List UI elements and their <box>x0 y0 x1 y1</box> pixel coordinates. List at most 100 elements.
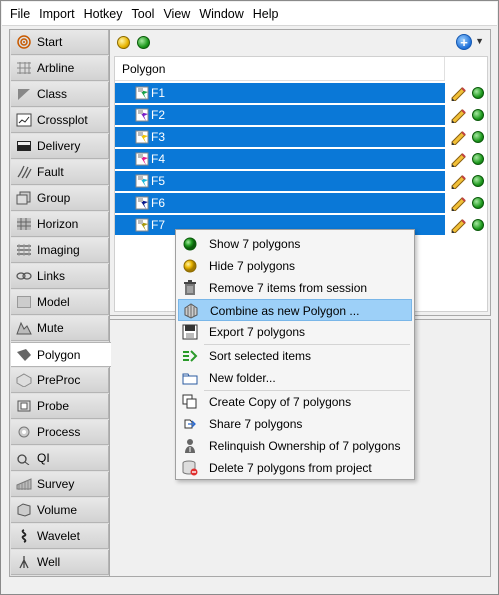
add-icon[interactable]: + <box>456 34 472 50</box>
links-icon <box>16 268 32 284</box>
list-toolbar: + ▼ <box>110 30 490 56</box>
context-menu-item[interactable]: Hide 7 polygons <box>178 255 412 277</box>
imaging-icon <box>16 242 32 258</box>
sidebar-item-polygon[interactable]: Polygon <box>11 342 111 367</box>
row-actions <box>449 105 489 125</box>
menu-file[interactable]: File <box>10 7 30 21</box>
context-menu: Show 7 polygons Hide 7 polygons Remove 7 i… <box>175 229 415 480</box>
menu-window[interactable]: Window <box>199 7 243 21</box>
hide-all-icon[interactable] <box>117 36 130 49</box>
sidebar-item-class[interactable]: Class <box>11 82 109 107</box>
polygon-name: F4 <box>151 152 166 166</box>
table-row[interactable]: F2 <box>115 105 445 125</box>
column-header-polygon[interactable]: Polygon <box>115 57 445 81</box>
sidebar-item-delivery[interactable]: Delivery <box>11 134 109 159</box>
context-menu-item[interactable]: Remove 7 items from session <box>178 277 412 299</box>
sidebar-item-fault[interactable]: Fault <box>11 160 109 185</box>
context-menu-item[interactable]: Show 7 polygons <box>178 233 412 255</box>
qi-icon <box>16 450 32 466</box>
sidebar-item-label: Volume <box>37 503 78 517</box>
sidebar-item-wavelet[interactable]: Wavelet <box>11 524 109 549</box>
visibility-toggle[interactable] <box>472 219 484 231</box>
sidebar-item-group[interactable]: Group <box>11 186 109 211</box>
visibility-toggle[interactable] <box>472 87 484 99</box>
context-menu-item[interactable]: Share 7 polygons <box>178 413 412 435</box>
sidebar-item-probe[interactable]: Probe <box>11 394 109 419</box>
context-menu-item-label: Relinquish Ownership of 7 polygons <box>209 439 401 453</box>
sidebar-item-process[interactable]: Process <box>11 420 109 445</box>
sidebar-item-start[interactable]: Start <box>11 30 109 55</box>
polygon-name: F6 <box>151 196 166 210</box>
visibility-toggle[interactable] <box>472 197 484 209</box>
context-menu-item[interactable]: Export 7 polygons <box>178 321 412 343</box>
model-icon <box>16 294 32 310</box>
table-row[interactable]: F1 <box>115 83 445 103</box>
menu-hotkey[interactable]: Hotkey <box>84 7 123 21</box>
context-menu-item[interactable]: New folder... <box>178 367 412 389</box>
class-icon <box>16 86 32 102</box>
pencil-icon[interactable] <box>449 217 467 234</box>
sidebar-item-volume[interactable]: Volume <box>11 498 109 523</box>
menu-view[interactable]: View <box>163 7 190 21</box>
context-menu-item-label: Sort selected items <box>209 349 312 363</box>
export-icon <box>182 324 198 340</box>
table-row[interactable]: F5 <box>115 171 445 191</box>
sidebar-item-label: Fault <box>37 165 64 179</box>
sidebar-item-label: Arbline <box>37 61 75 75</box>
pencil-icon[interactable] <box>449 195 467 212</box>
wavelet-icon <box>16 528 32 544</box>
menu-help[interactable]: Help <box>253 7 279 21</box>
survey-icon <box>16 476 32 492</box>
polygon-name: F1 <box>151 86 166 100</box>
pencil-icon[interactable] <box>449 173 467 190</box>
sidebar-item-well[interactable]: Well <box>11 550 109 575</box>
sidebar-item-crossplot[interactable]: Crossplot <box>11 108 109 133</box>
volume-icon <box>16 502 32 518</box>
context-menu-item[interactable]: Sort selected items <box>178 345 412 367</box>
table-row[interactable]: F4 <box>115 149 445 169</box>
visibility-toggle[interactable] <box>472 131 484 143</box>
sidebar-item-horizon[interactable]: Horizon <box>11 212 109 237</box>
pencil-icon[interactable] <box>449 151 467 168</box>
sidebar-item-qi[interactable]: QI <box>11 446 109 471</box>
visibility-toggle[interactable] <box>472 109 484 121</box>
sidebar-item-label: Class <box>37 87 68 101</box>
delivery-icon <box>16 138 32 154</box>
pencil-icon[interactable] <box>449 107 467 124</box>
polygon-flag-icon <box>135 130 151 144</box>
delete-db-icon <box>182 460 198 476</box>
menu-tool[interactable]: Tool <box>132 7 155 21</box>
pencil-icon[interactable] <box>449 129 467 146</box>
context-menu-item[interactable]: Combine as new Polygon ... <box>178 299 412 321</box>
sidebar-item-mute[interactable]: Mute <box>11 316 109 341</box>
visibility-toggle[interactable] <box>472 153 484 165</box>
table-row[interactable]: F6 <box>115 193 445 213</box>
chevron-down-icon[interactable]: ▼ <box>475 36 484 46</box>
menu-import[interactable]: Import <box>39 7 74 21</box>
sidebar-item-label: Polygon <box>37 347 81 362</box>
process-icon <box>16 424 32 440</box>
sidebar-item-label: Probe <box>37 399 70 413</box>
context-menu-item[interactable]: Relinquish Ownership of 7 polygons <box>178 435 412 457</box>
sidebar-item-preproc[interactable]: PreProc <box>11 368 109 393</box>
polygon-flag-icon <box>135 218 151 232</box>
sidebar-item-links[interactable]: Links <box>11 264 109 289</box>
context-menu-item[interactable]: Create Copy of 7 polygons <box>178 391 412 413</box>
row-actions <box>449 193 489 213</box>
yellow-dot-icon <box>182 258 198 274</box>
show-all-icon[interactable] <box>137 36 150 49</box>
row-actions <box>449 215 489 235</box>
sidebar-item-arbline[interactable]: Arbline <box>11 56 109 81</box>
row-actions <box>449 171 489 191</box>
trash-icon <box>182 280 198 296</box>
sidebar-item-model[interactable]: Model <box>11 290 109 315</box>
sidebar-item-imaging[interactable]: Imaging <box>11 238 109 263</box>
probe-icon <box>16 398 32 414</box>
fault-icon <box>16 164 32 180</box>
visibility-toggle[interactable] <box>472 175 484 187</box>
table-row[interactable]: F3 <box>115 127 445 147</box>
context-menu-item[interactable]: Delete 7 polygons from project <box>178 457 412 479</box>
pencil-icon[interactable] <box>449 85 467 102</box>
group-icon <box>16 190 32 206</box>
sidebar-item-survey[interactable]: Survey <box>11 472 109 497</box>
